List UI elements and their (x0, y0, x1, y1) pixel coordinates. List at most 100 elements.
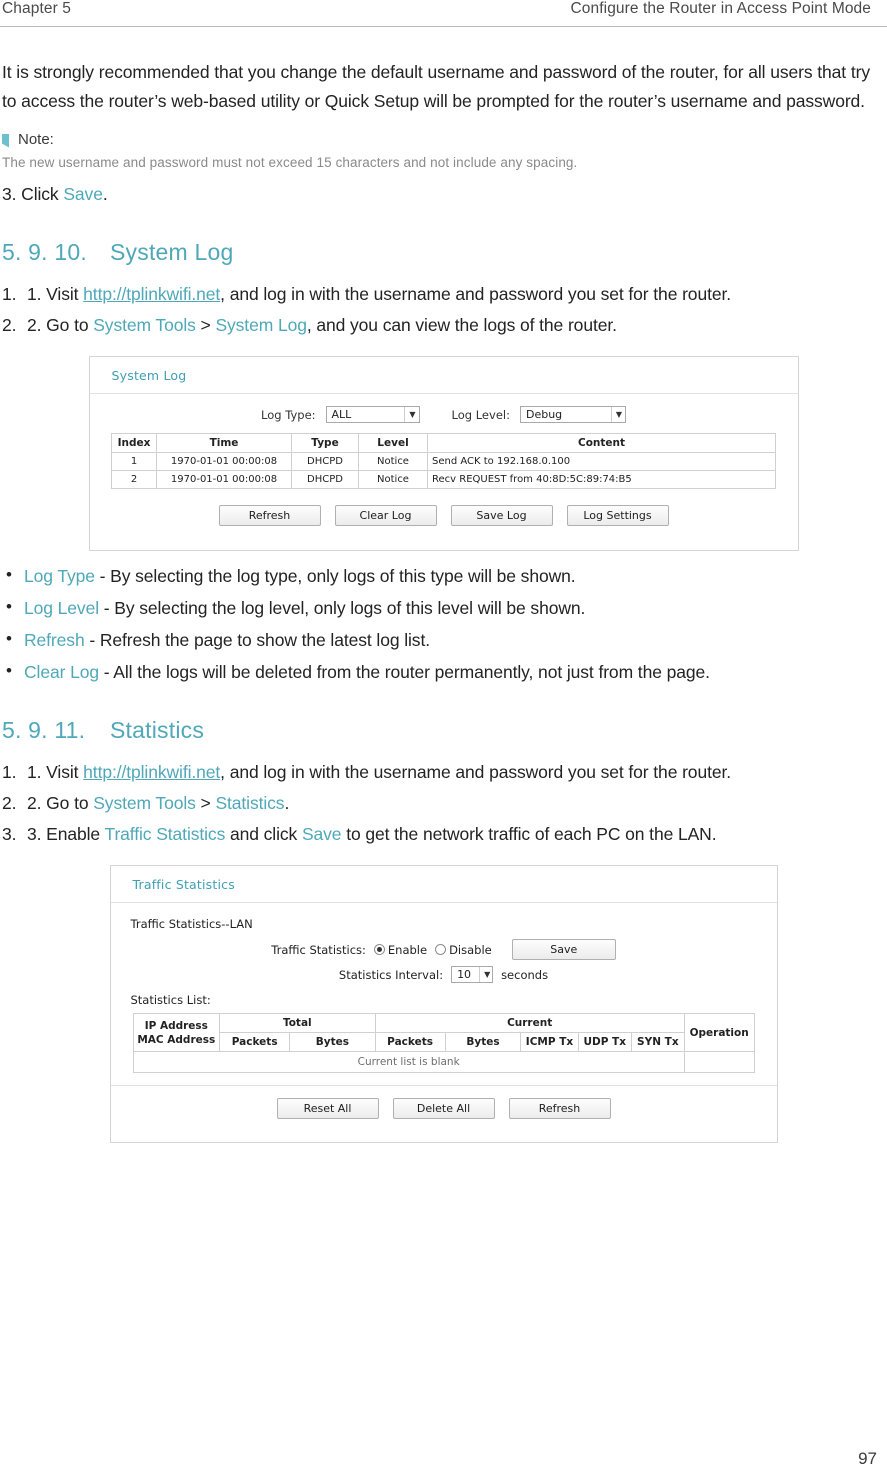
traffic-statistics-panel-title: Traffic Statistics (110, 866, 777, 903)
note-label: Note: (18, 131, 54, 148)
cell-index: 1 (111, 452, 157, 471)
traffic-statistics-screenshot: Traffic Statistics Traffic Statistics--L… (109, 865, 778, 1143)
cell-level: Notice (358, 452, 428, 471)
system-log-panel-title: System Log (89, 357, 798, 394)
note-flag-icon (2, 133, 12, 148)
cell-index: 2 (111, 470, 157, 489)
empty-list-message: Current list is blank (132, 1051, 685, 1073)
bullet-term-refresh: Refresh (24, 630, 85, 650)
cell-type: DHCPD (291, 470, 359, 489)
log-type-select[interactable]: ALL ▼ (325, 406, 420, 423)
bullet-term-clear-log: Clear Log (24, 662, 99, 682)
col-operation: Operation (683, 1013, 755, 1052)
statistics-step-2: 2. 2. Go to System Tools > Statistics. (2, 793, 290, 813)
traffic-statistics-link: Traffic Statistics (104, 824, 226, 844)
system-log-step1-suffix: , and log in with the username and passw… (220, 284, 731, 304)
statistics-interval-select[interactable]: 10 ▼ (451, 966, 494, 983)
section-heading-statistics: 5. 9. 11. Statistics (2, 717, 885, 744)
table-header-row: Index Time Type Level Content (111, 433, 776, 453)
log-settings-button[interactable]: Log Settings (566, 505, 669, 526)
col-current-packets: Packets (374, 1032, 446, 1052)
statistics-step1-prefix: 1. Visit (27, 762, 84, 782)
system-log-steps: 1. 1. Visit http://tplinkwifi.net, and lo… (2, 280, 885, 340)
save-link-2: Save (301, 824, 342, 844)
section-heading-system-log: 5. 9. 10. System Log (2, 239, 885, 266)
col-type: Type (291, 433, 359, 453)
statistics-step1-suffix: , and log in with the username and passw… (220, 762, 731, 782)
system-log-table: Index Time Type Level Content 1 1970-01-… (111, 433, 776, 489)
page-number: 97 (858, 1449, 877, 1468)
step-click-save-suffix: . (102, 184, 108, 204)
refresh-button[interactable]: Refresh (218, 505, 321, 526)
statistics-interval-value: 10 (457, 968, 472, 981)
cell-type: DHCPD (291, 452, 359, 471)
enable-radio[interactable]: Enable (373, 943, 427, 957)
statistics-step2-suffix: . (284, 793, 290, 813)
statistics-list-label: Statistics List: (130, 993, 211, 1007)
system-log-step1-prefix: 1. Visit (27, 284, 84, 304)
radio-on-icon (373, 943, 385, 955)
bullet-log-type: Log Type - By selecting the log type, on… (2, 560, 885, 591)
col-time: Time (156, 433, 292, 453)
statistics-step-1: 1. 1. Visit http://tplinkwifi.net, and lo… (2, 762, 731, 782)
col-content: Content (427, 433, 776, 453)
table-row: 2 1970-01-01 00:00:08 DHCPD Notice Recv … (111, 470, 776, 489)
system-log-bullets: Log Type - By selecting the log type, on… (2, 560, 885, 687)
statistics-table: IP Address MAC Address Total Current Ope… (132, 1013, 755, 1073)
traffic-statistics-divider (110, 1085, 777, 1086)
system-log-button-row: Refresh Clear Log Save Log Log Settings (90, 505, 798, 526)
bullet-clear-log: Clear Log - All the logs will be deleted… (2, 656, 885, 687)
chevron-down-icon: ▼ (404, 407, 416, 422)
save-button[interactable]: Save (511, 939, 616, 960)
col-level: Level (358, 433, 428, 453)
log-type-value: ALL (331, 408, 352, 421)
col-ip-mac: IP Address MAC Address (132, 1013, 221, 1052)
traffic-statistics-label: Traffic Statistics: (271, 942, 366, 957)
intro-paragraph: It is strongly recommended that you chan… (2, 62, 870, 111)
system-log-link: System Log (215, 315, 307, 335)
statistics-interval-label: Statistics Interval: (338, 967, 444, 982)
statistics-interval-unit: seconds (501, 967, 549, 982)
section-number-system-log: 5. 9. 10. (2, 239, 87, 265)
chevron-down-icon: ▼ (610, 407, 622, 422)
bullet-desc-log-type: - By selecting the log type, only logs o… (94, 566, 576, 586)
clear-log-button[interactable]: Clear Log (334, 505, 437, 526)
step-click-save: 3. Click Save. (2, 180, 885, 209)
chevron-down-icon: ▼ (479, 967, 490, 982)
log-level-select[interactable]: Debug ▼ (519, 406, 626, 423)
reset-all-button[interactable]: Reset All (276, 1098, 379, 1119)
statistics-interval-row: Statistics Interval: 10 ▼ seconds (111, 966, 777, 983)
bullet-desc-refresh: - Refresh the page to show the latest lo… (84, 630, 430, 650)
tplinkwifi-link-1[interactable]: http://tplinkwifi.net (83, 284, 220, 304)
cell-content: Send ACK to 192.168.0.100 (427, 452, 776, 471)
disable-radio[interactable]: Disable (435, 943, 492, 957)
document-page: Chapter 5 Configure the Router in Access… (0, 0, 887, 1477)
bullet-term-log-type: Log Type (24, 566, 95, 586)
delete-all-button[interactable]: Delete All (392, 1098, 495, 1119)
col-index: Index (111, 433, 157, 453)
statistics-link: Statistics (215, 793, 285, 813)
col-group-current: Current (374, 1013, 685, 1033)
col-group-total: Total (219, 1013, 376, 1033)
col-mac-label: MAC Address (137, 1033, 216, 1046)
col-total-packets: Packets (219, 1032, 291, 1052)
header-divider (0, 26, 887, 27)
table-header-group-row: IP Address MAC Address Total Current Ope… (132, 1013, 755, 1052)
log-level-value: Debug (525, 408, 563, 421)
statistics-step3-mid: and click (225, 824, 302, 844)
disable-label: Disable (449, 942, 492, 957)
col-icmp-tx: ICMP Tx (520, 1032, 579, 1052)
col-syn-tx: SYN Tx (630, 1032, 685, 1052)
traffic-statistics-toggle-row: Traffic Statistics: Enable Disable Save (111, 939, 777, 960)
system-tools-link-1: System Tools (93, 315, 196, 335)
system-log-step-2: 2. 2. Go to System Tools > System Log, an… (2, 315, 617, 335)
system-log-step2-prefix: 2. Go to (27, 315, 94, 335)
bullet-desc-clear-log: - All the logs will be deleted from the … (98, 662, 710, 682)
refresh-button-2[interactable]: Refresh (508, 1098, 611, 1119)
save-log-button[interactable]: Save Log (450, 505, 553, 526)
save-link: Save (63, 184, 103, 204)
header-title: Configure the Router in Access Point Mod… (570, 0, 871, 17)
tplinkwifi-link-2[interactable]: http://tplinkwifi.net (83, 762, 220, 782)
bullet-refresh: Refresh - Refresh the page to show the l… (2, 624, 885, 655)
system-log-step2-mid: > (195, 315, 216, 335)
